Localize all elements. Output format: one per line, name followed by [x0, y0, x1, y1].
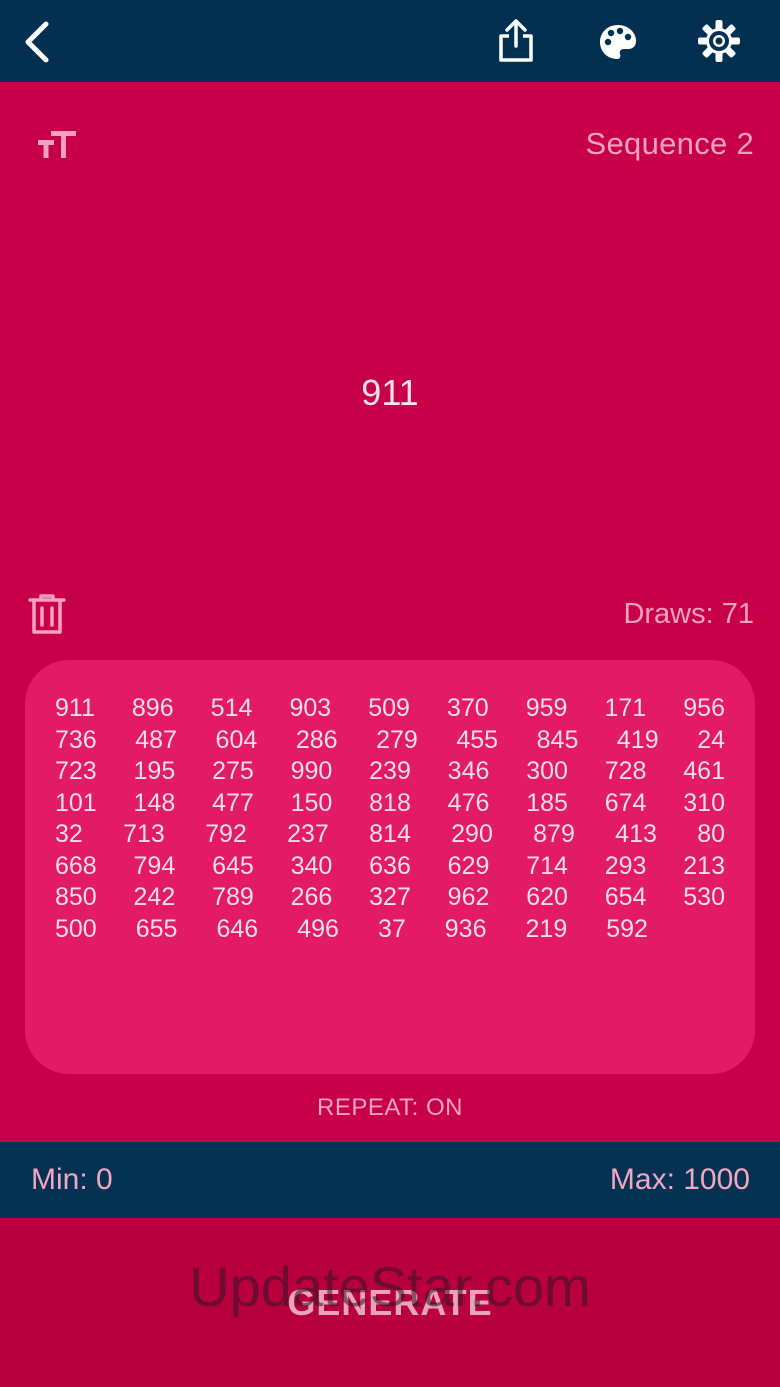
history-number: 346 — [447, 757, 490, 785]
history-number: 714 — [526, 851, 568, 880]
min-value[interactable]: Min: 0 — [31, 1163, 113, 1197]
history-number: 845 — [536, 725, 579, 754]
history-number: 370 — [446, 694, 489, 722]
history-number: 37 — [377, 914, 406, 943]
history-number: 24 — [697, 725, 725, 754]
history-number: 500 — [55, 914, 97, 943]
history-number: 101 — [55, 788, 97, 817]
draw-history-panel: 911 896 514 903 509 370 959 171 956 736 487 604 286 2… — [25, 660, 755, 1074]
share-icon[interactable] — [496, 18, 536, 64]
history-number: 794 — [133, 851, 176, 880]
history-number: 936 — [444, 914, 487, 943]
history-number: 279 — [376, 725, 418, 754]
generate-button[interactable]: GENERATE UpdateStar.com — [0, 1218, 780, 1387]
history-number: 592 — [606, 914, 648, 943]
current-number: 911 — [361, 372, 419, 413]
history-number: 327 — [369, 883, 411, 911]
history-number: 636 — [369, 851, 411, 880]
history-number: 150 — [290, 788, 333, 817]
history-number: 604 — [215, 725, 258, 754]
history-number: 789 — [212, 883, 254, 911]
history-number: 310 — [683, 788, 725, 817]
history-number: 80 — [697, 820, 725, 848]
history-number: 655 — [135, 914, 178, 943]
history-number: 455 — [456, 725, 499, 754]
history-number: 477 — [212, 788, 254, 817]
palette-icon[interactable] — [598, 23, 638, 61]
history-number: 242 — [133, 883, 176, 911]
history-number: 293 — [604, 851, 647, 880]
history-number: 792 — [205, 820, 247, 848]
text-size-icon[interactable] — [36, 128, 78, 162]
history-number: 290 — [451, 820, 493, 848]
gear-icon[interactable] — [696, 18, 742, 64]
history-number: 496 — [297, 914, 339, 943]
history-number: 413 — [615, 820, 657, 848]
history-number: 487 — [135, 725, 177, 754]
history-number: 818 — [369, 788, 411, 817]
history-number: 629 — [447, 851, 490, 880]
generate-label: GENERATE — [287, 1282, 493, 1323]
sequence-title: Sequence 2 — [585, 126, 754, 161]
history-number: 419 — [616, 725, 659, 754]
history-number: 32 — [55, 820, 83, 848]
history-number: 266 — [290, 883, 333, 911]
history-number: 896 — [131, 694, 174, 722]
history-number: 645 — [212, 851, 254, 880]
history-number: 213 — [683, 851, 725, 880]
history-number: 668 — [55, 851, 97, 880]
repeat-toggle[interactable]: REPEAT: ON — [0, 1094, 780, 1122]
history-number: 514 — [210, 694, 253, 722]
history-number: 237 — [287, 820, 329, 848]
history-number: 219 — [525, 914, 568, 943]
history-number: 850 — [55, 883, 97, 911]
history-number: 171 — [604, 694, 647, 722]
history-number: 990 — [290, 757, 333, 785]
history-number: 674 — [604, 788, 647, 817]
history-number: 962 — [447, 883, 490, 911]
range-bar: Min: 0 Max: 1000 — [0, 1142, 780, 1218]
history-number: 340 — [290, 851, 333, 880]
history-number: 275 — [212, 757, 254, 785]
history-number: 185 — [526, 788, 568, 817]
history-number: 286 — [295, 725, 338, 754]
history-number: 195 — [133, 757, 176, 785]
history-number: 148 — [133, 788, 176, 817]
history-number: 239 — [369, 757, 411, 785]
history-number: 461 — [683, 757, 725, 785]
history-number: 713 — [123, 820, 165, 848]
history-number: 509 — [368, 694, 410, 722]
chevron-left-icon[interactable] — [20, 20, 54, 64]
history-number: 723 — [55, 757, 97, 785]
history-number: 903 — [289, 694, 332, 722]
history-number: 911 — [55, 694, 95, 722]
history-number: 300 — [526, 757, 568, 785]
trash-icon[interactable] — [28, 594, 66, 636]
history-number: 956 — [683, 694, 725, 722]
history-number: 654 — [604, 883, 647, 911]
history-number: 646 — [216, 914, 259, 943]
history-number: 620 — [526, 883, 568, 911]
history-number: 959 — [525, 694, 568, 722]
history-number: 530 — [683, 883, 725, 911]
history-number: 879 — [533, 820, 575, 848]
history-number: 814 — [369, 820, 411, 848]
max-value[interactable]: Max: 1000 — [610, 1163, 750, 1197]
draws-count: Draws: 71 — [623, 598, 754, 630]
top-toolbar — [0, 0, 780, 82]
history-number: 476 — [447, 788, 490, 817]
history-number: 728 — [604, 757, 647, 785]
history-number: 736 — [55, 725, 97, 754]
